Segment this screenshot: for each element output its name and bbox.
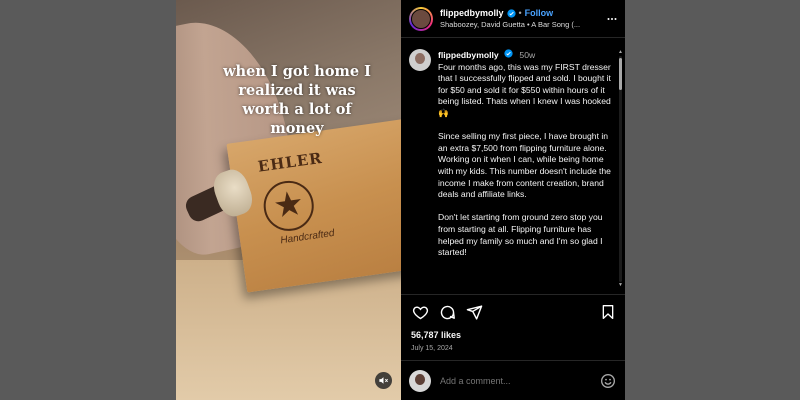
add-comment-bar bbox=[401, 360, 625, 400]
video-drawer-board: EHLER ★ Handcrafted bbox=[226, 117, 401, 293]
emoji-icon[interactable] bbox=[600, 373, 616, 389]
share-icon[interactable] bbox=[465, 303, 483, 321]
bookmark-icon[interactable] bbox=[599, 303, 617, 321]
post-date[interactable]: July 15, 2024 bbox=[411, 345, 617, 352]
current-user-avatar bbox=[409, 369, 431, 392]
post-header: flippedbymolly • Follow Shaboozey, David… bbox=[401, 0, 625, 38]
more-options-icon[interactable] bbox=[605, 12, 619, 26]
caption-username[interactable]: flippedbymolly bbox=[438, 50, 499, 60]
board-brand-text: EHLER bbox=[256, 148, 324, 176]
likes-count[interactable]: 56,787 likes bbox=[411, 330, 617, 340]
author-avatar[interactable] bbox=[409, 6, 433, 31]
caption-paragraph: Since selling my first piece, I have bro… bbox=[438, 131, 611, 200]
caption-paragraph: Four months ago, this was my FIRST dress… bbox=[438, 61, 611, 118]
comments-scrollbar[interactable]: ▲ ▼ bbox=[618, 50, 623, 288]
post-video[interactable]: EHLER ★ Handcrafted when I got home I re… bbox=[176, 0, 401, 400]
post-actions: 56,787 likes July 15, 2024 bbox=[401, 294, 625, 352]
scroll-down-arrow[interactable]: ▼ bbox=[618, 283, 623, 288]
caption-author-avatar[interactable] bbox=[409, 49, 431, 71]
muted-speaker-icon[interactable] bbox=[375, 372, 392, 389]
caption-comment: flippedbymolly 50w Four months ago, this… bbox=[409, 49, 613, 270]
song-link[interactable]: Shaboozey, David Guetta • A Bar Song (..… bbox=[440, 20, 605, 29]
board-star-emblem: ★ bbox=[260, 177, 317, 235]
comments-section[interactable]: flippedbymolly 50w Four months ago, this… bbox=[401, 39, 625, 293]
post-modal: EHLER ★ Handcrafted when I got home I re… bbox=[176, 0, 625, 400]
verified-badge-icon bbox=[504, 49, 513, 58]
comment-icon[interactable] bbox=[438, 303, 456, 321]
follow-button[interactable]: Follow bbox=[525, 8, 554, 18]
verified-badge-icon bbox=[506, 8, 516, 18]
heart-icon[interactable] bbox=[411, 303, 429, 321]
caption-paragraph: Don't let starting from ground zero stop… bbox=[438, 212, 603, 258]
caption-age: 50w bbox=[519, 50, 536, 60]
video-caption: when I got home I realized it was worth … bbox=[223, 63, 371, 137]
author-username[interactable]: flippedbymolly bbox=[440, 8, 504, 18]
scrollbar-thumb[interactable] bbox=[619, 58, 622, 90]
scroll-up-arrow[interactable]: ▲ bbox=[618, 50, 623, 55]
post-side-panel: flippedbymolly • Follow Shaboozey, David… bbox=[401, 0, 625, 400]
comment-input[interactable] bbox=[440, 375, 600, 386]
header-separator: • bbox=[518, 8, 522, 18]
